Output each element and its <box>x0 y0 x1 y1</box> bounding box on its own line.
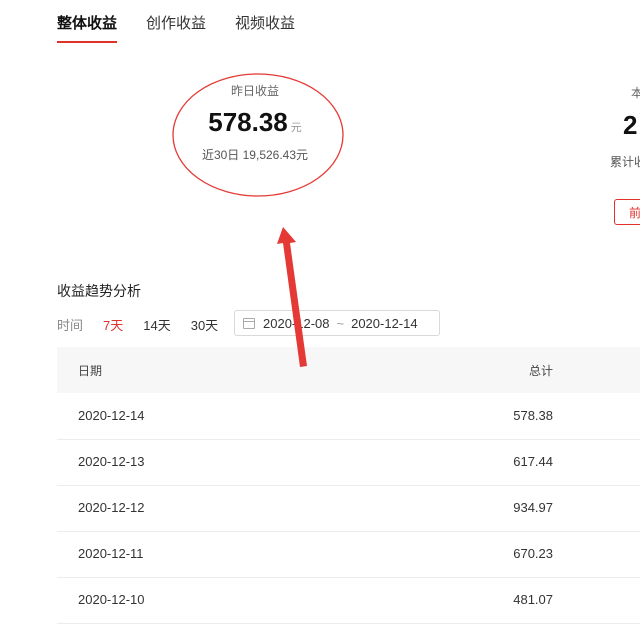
annotation-overlay <box>172 73 344 367</box>
annotation-arrow <box>277 227 307 367</box>
highlight-ellipse <box>172 73 344 197</box>
